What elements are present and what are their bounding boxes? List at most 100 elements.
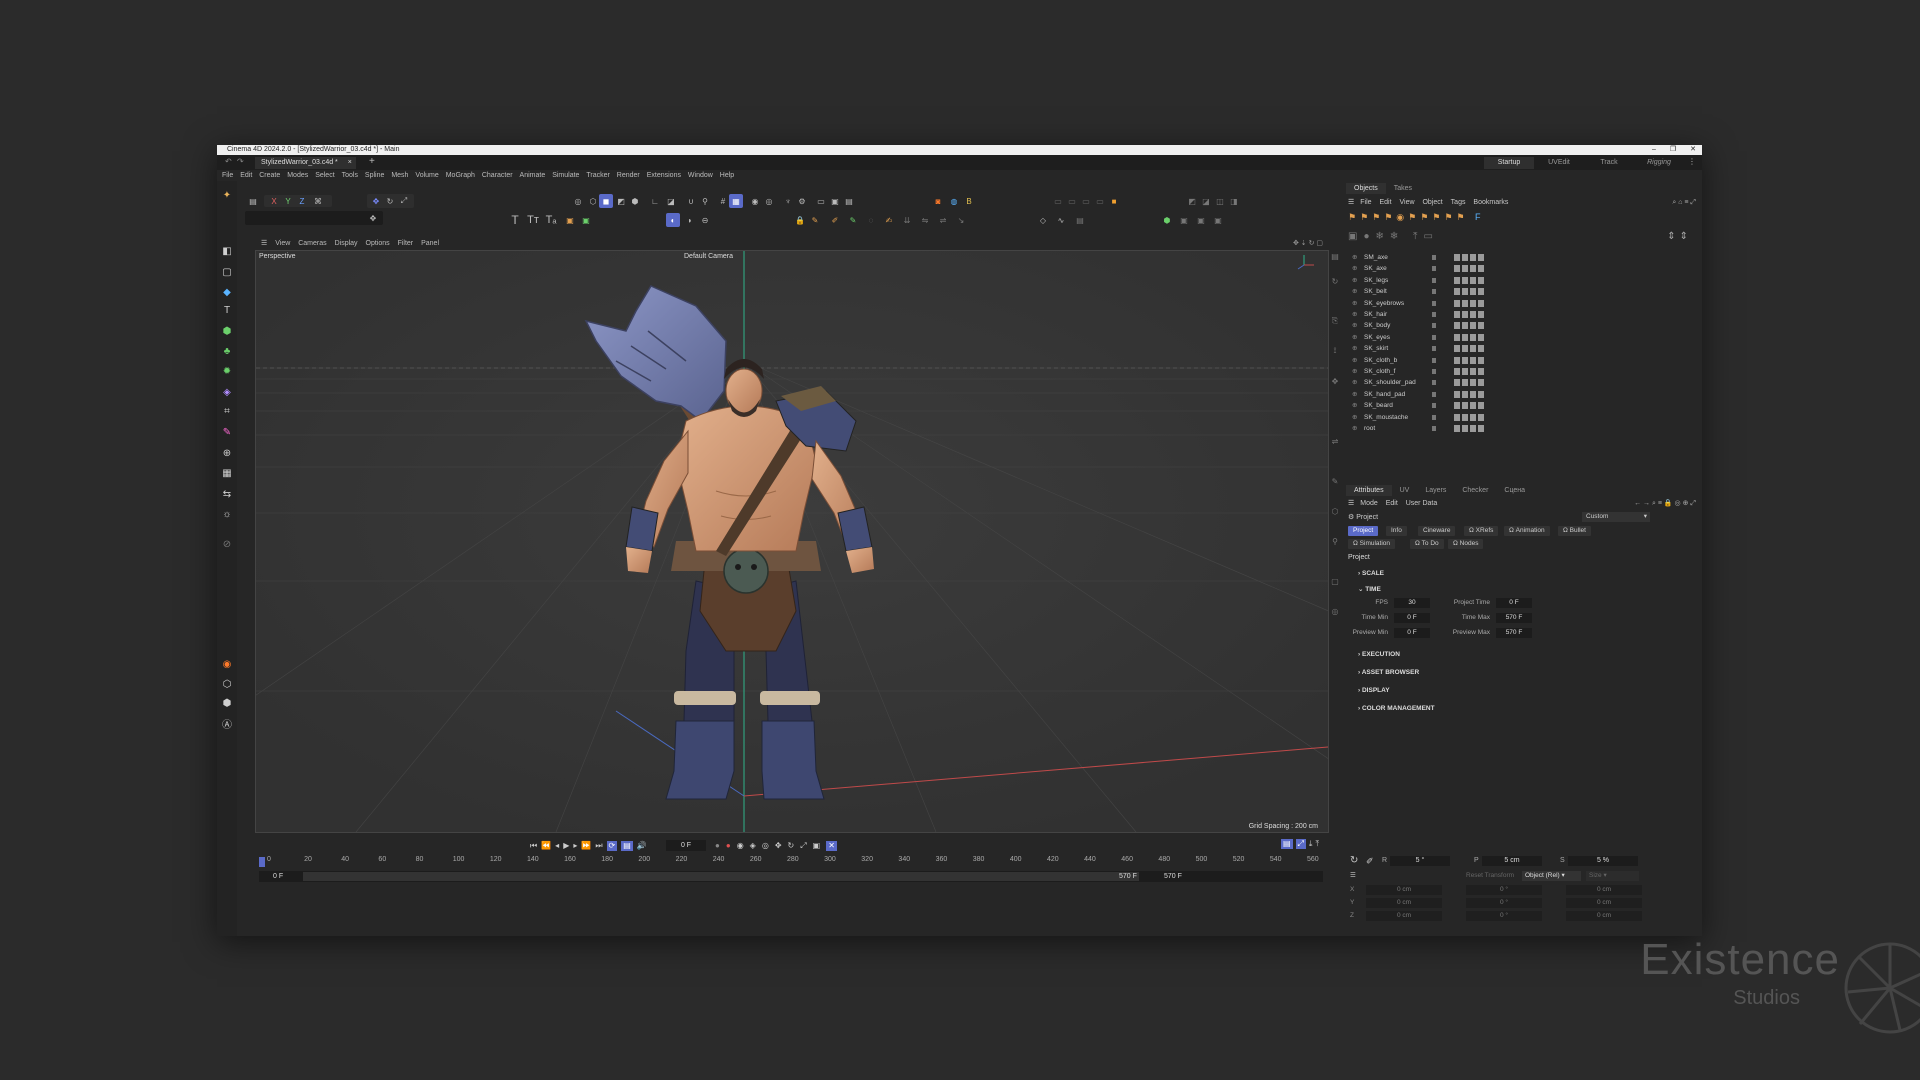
- menu-help[interactable]: Help: [720, 170, 734, 181]
- preview-min-field[interactable]: 0 F: [1394, 628, 1430, 638]
- section-asset-browser[interactable]: › ASSET BROWSER: [1358, 669, 1419, 676]
- p-field[interactable]: 5 cm: [1482, 856, 1542, 866]
- tab-layers[interactable]: Layers: [1417, 485, 1454, 496]
- cineware-tab-button[interactable]: Cineware: [1418, 526, 1456, 536]
- timeline-curve-icon[interactable]: ⤢: [1295, 839, 1306, 849]
- go-to-end-icon[interactable]: ⏭: [595, 841, 602, 851]
- tag-icon[interactable]: [1454, 368, 1460, 375]
- auto-key-icon[interactable]: ◉: [737, 841, 744, 851]
- tag-icon[interactable]: [1478, 254, 1484, 261]
- s-field[interactable]: 5 %: [1568, 856, 1638, 866]
- visibility-dots-icon[interactable]: [1432, 289, 1436, 295]
- object-row[interactable]: ⊕ SK_shoulder_pad: [1352, 377, 1692, 388]
- object-row[interactable]: ⊕ SK_belt: [1352, 286, 1692, 297]
- grid-icon[interactable]: #: [717, 195, 729, 207]
- pla-key-icon[interactable]: ✕: [826, 841, 837, 851]
- range-end-a[interactable]: 570 F: [1119, 871, 1137, 882]
- character-icon[interactable]: ♆: [782, 195, 794, 207]
- vp-menu-filter[interactable]: Filter: [398, 238, 414, 249]
- text-spline-icon[interactable]: T: [509, 213, 521, 227]
- tag-icon[interactable]: [1478, 345, 1484, 353]
- keyframe-icon[interactable]: ■: [1108, 195, 1120, 207]
- tag-icon[interactable]: [1462, 311, 1468, 318]
- redshift-render-icon[interactable]: ◙: [932, 195, 944, 207]
- object-row[interactable]: ⊕ SK_cloth_b: [1352, 355, 1692, 366]
- tag-icon[interactable]: [1478, 288, 1484, 296]
- coord-rotation-field[interactable]: 0 °: [1466, 911, 1542, 921]
- tag-icon[interactable]: [1470, 333, 1476, 341]
- visibility-dots-icon[interactable]: [1432, 312, 1436, 317]
- visibility-dots-icon[interactable]: [1432, 255, 1436, 260]
- preview-max-field[interactable]: 570 F: [1496, 628, 1532, 638]
- section-execution[interactable]: › EXECUTION: [1358, 651, 1400, 658]
- vp-menu-cameras[interactable]: Cameras: [298, 238, 326, 249]
- objects-filter-toolbar[interactable]: ⚑⚑⚑⚑◉⚑⚑⚑⚑⚑ F: [1348, 212, 1698, 226]
- coord-position-field[interactable]: 0 cm: [1366, 885, 1442, 895]
- viewport-nav-icons[interactable]: ✥ ⇣ ↻ ▢: [1293, 238, 1323, 249]
- timeline-icon[interactable]: ▤: [1074, 214, 1086, 226]
- side-tool-9-icon[interactable]: ⚲: [1329, 535, 1341, 547]
- object-row[interactable]: ⊕ SK_cloth_f: [1352, 366, 1692, 377]
- visibility-dots-icon[interactable]: [1432, 300, 1436, 306]
- frame-ruler[interactable]: 0 20 40 60 80 100 120 140 160 180 200 220 240 260 280 3…: [259, 855, 1323, 869]
- redshift-icon[interactable]: ◉: [220, 657, 234, 671]
- target-icon[interactable]: ◎: [763, 195, 775, 207]
- menu-animate[interactable]: Animate: [520, 170, 546, 181]
- shading-wire-icon[interactable]: ⊖: [699, 214, 711, 226]
- tag-icon[interactable]: [1454, 379, 1460, 387]
- lock-y-button[interactable]: Y: [282, 195, 294, 207]
- plugin-icon-2[interactable]: ⬢: [220, 696, 234, 710]
- tag-icon[interactable]: [1470, 288, 1476, 296]
- obj-menu-object[interactable]: Object: [1422, 199, 1442, 206]
- tag-icon[interactable]: [1478, 322, 1484, 330]
- tag-icon[interactable]: [1478, 311, 1484, 318]
- tag-icon[interactable]: [1454, 288, 1460, 296]
- visibility-dots-icon[interactable]: [1432, 369, 1436, 374]
- coord-size-field[interactable]: 0 cm: [1566, 885, 1642, 895]
- tag-icon[interactable]: [1470, 425, 1476, 432]
- attr-hamburger-icon[interactable]: ☰: [1348, 500, 1354, 507]
- menu-spline[interactable]: Spline: [365, 170, 384, 181]
- side-tool-6-icon[interactable]: ⇌: [1329, 435, 1341, 447]
- snap-icon[interactable]: ⊕: [220, 446, 234, 460]
- layout-rigging[interactable]: Rigging: [1634, 157, 1684, 169]
- tag-icon[interactable]: [1470, 322, 1476, 330]
- more-menu-icon[interactable]: ⋮: [1688, 157, 1696, 166]
- move-handle-icon[interactable]: ✥: [367, 212, 379, 224]
- axis-mode-icon[interactable]: ⌗: [220, 404, 234, 418]
- tag-icon[interactable]: [1454, 390, 1460, 398]
- tag-icon[interactable]: [1470, 390, 1476, 398]
- paint-icon[interactable]: ✎: [809, 214, 821, 226]
- edges-mode-icon[interactable]: ♣: [220, 344, 234, 358]
- tag-icon[interactable]: [1478, 379, 1484, 387]
- cube-icon[interactable]: ◆: [220, 285, 234, 299]
- points-mode-icon[interactable]: ⬢: [220, 324, 234, 338]
- uv-editor-icon[interactable]: ▣: [1195, 214, 1207, 226]
- bullet-tab-button[interactable]: Ω Bullet: [1558, 526, 1591, 536]
- tag-icon[interactable]: [1478, 333, 1484, 341]
- object-row[interactable]: ⊕ SK_moustache: [1352, 412, 1692, 423]
- attr-menu-edit[interactable]: Edit: [1386, 500, 1398, 507]
- r-field[interactable]: 5 °: [1390, 856, 1450, 866]
- scale-tool-icon[interactable]: ⤢: [398, 195, 410, 207]
- close-window-button[interactable]: ✕: [1690, 145, 1696, 155]
- vp-menu-view[interactable]: View: [275, 238, 290, 249]
- workplane-grid-icon[interactable]: ▦: [730, 195, 742, 207]
- tab-attributes[interactable]: Attributes: [1346, 485, 1392, 496]
- section-display[interactable]: › DISPLAY: [1358, 687, 1390, 694]
- coord-position-field[interactable]: 0 cm: [1366, 898, 1442, 908]
- snap-point-icon[interactable]: ▭: [1066, 195, 1078, 207]
- tag-icon[interactable]: [1454, 413, 1460, 421]
- tag-icon[interactable]: [1470, 368, 1476, 375]
- tag-icon[interactable]: [1454, 254, 1460, 261]
- tag-icon[interactable]: [1454, 322, 1460, 330]
- weight-icon[interactable]: ⚲: [699, 195, 711, 207]
- object-row[interactable]: ⊕ SK_skirt: [1352, 343, 1692, 354]
- tag-icon[interactable]: [1462, 299, 1468, 307]
- prev-key-icon[interactable]: ⏪: [541, 841, 551, 851]
- tag-icon[interactable]: [1470, 413, 1476, 421]
- expand-icon[interactable]: ⊕: [1352, 286, 1357, 297]
- time-max-field[interactable]: 570 F: [1496, 613, 1532, 623]
- maximize-button[interactable]: ❐: [1670, 145, 1676, 155]
- tag-icon[interactable]: [1478, 276, 1484, 284]
